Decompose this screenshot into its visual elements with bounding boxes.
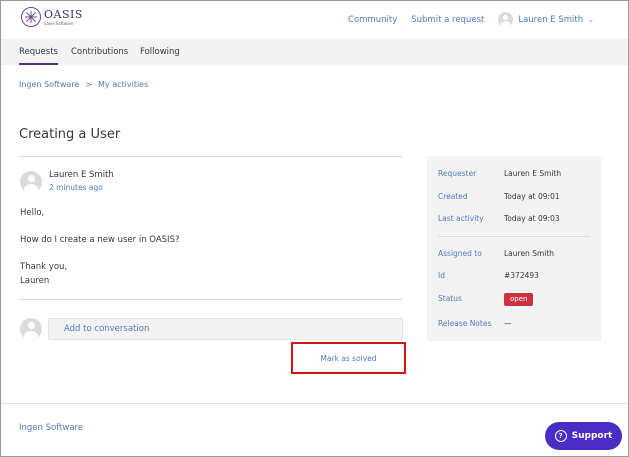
reply-avatar [20,318,42,340]
author-avatar [20,171,42,193]
footer-ingen-software-link[interactable]: Ingen Software [19,423,83,433]
activity-tabs: Requests Contributions Following [1,39,628,65]
breadcrumb-my-activities[interactable]: My activities [98,80,148,89]
submit-request-link[interactable]: Submit a request [411,15,484,25]
requester-label: Requester [438,169,477,178]
user-avatar [498,12,514,27]
release-notes-label: Release Notes [438,319,492,328]
question-icon: ? [554,430,567,442]
status-label: Status [438,294,462,303]
assigned-to-label: Assigned to [438,249,482,258]
breadcrumb: Ingen Software > My activities [19,80,148,89]
release-notes-value: — [504,319,512,328]
add-to-conversation-placeholder: Add to conversation [64,324,150,334]
requester-value: Lauren E Smith [504,169,562,178]
comment-body-line: Thank you, [20,262,68,272]
breadcrumb-separator: > [85,80,93,89]
user-menu[interactable]: Lauren E Smith ⌄ [498,12,594,27]
mark-as-solved-label: Mark as solved [320,353,377,363]
request-details-panel: Requester Lauren E Smith Created Today a… [427,156,601,341]
created-label: Created [438,192,468,201]
comment-divider [19,299,403,300]
top-header: OASIS Sales Software Community Submit a … [1,1,628,39]
logo-emblem-icon [21,7,41,27]
oasis-logo[interactable]: OASIS Sales Software [21,7,83,27]
comment-timestamp[interactable]: 2 minutes ago [49,183,103,192]
created-value: Today at 09:01 [504,192,560,201]
tab-following[interactable]: Following [140,39,180,65]
header-nav: Community Submit a request Lauren E Smit… [334,12,594,27]
community-link[interactable]: Community [348,15,397,25]
mark-as-solved-button[interactable]: Mark as solved [291,342,406,374]
support-label: Support [571,431,613,441]
logo-name: OASIS [44,7,83,21]
id-value: #372493 [504,271,539,280]
support-button[interactable]: ? Support [545,422,622,450]
status-badge: open [504,293,534,306]
id-label: Id [438,271,445,280]
logo-subtitle: Sales Software [44,20,74,26]
details-divider [438,236,590,237]
comment-body-line: Hello, [20,208,45,218]
title-divider [19,156,403,157]
last-activity-value: Today at 09:03 [504,214,560,223]
last-activity-label: Last activity [438,214,484,223]
tab-contributions[interactable]: Contributions [71,39,128,65]
assigned-to-value: Lauren Smith [504,249,555,258]
comment-body-line: How do I create a new user in OASIS? [20,235,180,245]
page-title: Creating a User [19,127,121,142]
footer-divider [1,403,628,404]
chevron-down-icon: ⌄ [588,15,594,24]
user-name: Lauren E Smith [518,14,584,25]
comment-author: Lauren E Smith [49,170,114,180]
page-frame: OASIS Sales Software Community Submit a … [0,0,629,457]
tab-requests[interactable]: Requests [19,39,58,65]
breadcrumb-ingen-software[interactable]: Ingen Software [19,80,79,89]
comment-body-line: Lauren [20,276,50,286]
add-to-conversation-input[interactable]: Add to conversation [48,318,403,340]
